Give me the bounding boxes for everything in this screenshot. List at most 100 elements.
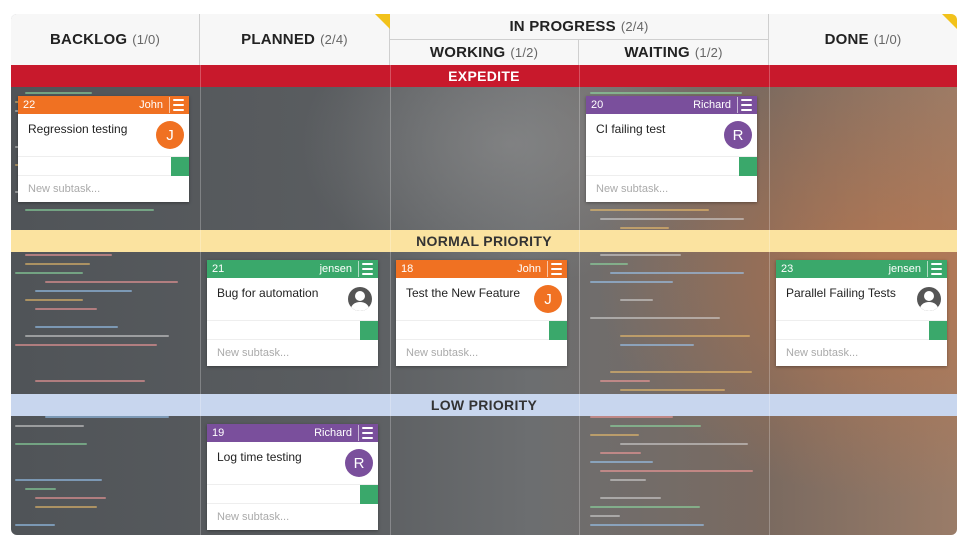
code-line <box>25 92 93 94</box>
card-title[interactable]: Log time testing <box>217 450 302 464</box>
card-menu-icon[interactable] <box>358 425 376 441</box>
card-title[interactable]: Test the New Feature <box>406 286 520 300</box>
card-menu-icon[interactable] <box>737 97 755 113</box>
code-line <box>610 479 647 481</box>
lane-title: LOW PRIORITY <box>430 397 538 413</box>
avatar[interactable]: J <box>156 121 184 149</box>
card-id: 23 <box>781 263 794 275</box>
card-progress-bar <box>18 156 189 176</box>
code-line <box>25 335 170 337</box>
column-divider <box>390 65 391 535</box>
card-progress-bar <box>396 320 567 340</box>
code-line <box>620 299 654 301</box>
code-line <box>620 443 748 445</box>
column-header-in-progress[interactable]: IN PROGRESS (2/4) <box>390 14 769 40</box>
card-owner: Richard <box>693 99 731 111</box>
avatar-initial: R <box>732 126 744 144</box>
card-id: 20 <box>591 99 604 111</box>
card-body: Parallel Failing Tests <box>776 278 947 320</box>
code-line <box>600 497 661 499</box>
task-card[interactable]: 20 Richard CI failing test R New subtask… <box>586 96 757 202</box>
code-line <box>600 452 641 454</box>
card-owner: John <box>517 263 541 275</box>
lane-title: NORMAL PRIORITY <box>416 233 552 249</box>
card-progress-bar <box>207 484 378 504</box>
lane-expedite[interactable]: EXPEDITE <box>11 65 957 87</box>
avatar[interactable]: R <box>724 121 752 149</box>
card-menu-icon[interactable] <box>547 261 565 277</box>
code-line <box>620 335 751 337</box>
task-card[interactable]: 23 jensen Parallel Failing Tests New sub… <box>776 260 947 366</box>
card-id: 21 <box>212 263 225 275</box>
card-id: 19 <box>212 427 225 439</box>
task-card[interactable]: 21 jensen Bug for automation New subtask… <box>207 260 378 366</box>
column-title: WAITING <box>624 44 690 61</box>
board-header: BACKLOG (1/0) PLANNED (2/4) IN PROGRESS … <box>11 14 957 65</box>
new-subtask-input[interactable]: New subtask... <box>586 176 757 202</box>
card-menu-icon[interactable] <box>927 261 945 277</box>
column-header-done[interactable]: DONE (1/0) <box>769 14 957 65</box>
column-header-backlog[interactable]: BACKLOG (1/0) <box>11 14 200 65</box>
code-line <box>590 524 705 526</box>
card-title[interactable]: Bug for automation <box>217 286 318 300</box>
card-owner: Richard <box>314 427 352 439</box>
code-line <box>590 461 654 463</box>
new-subtask-input[interactable]: New subtask... <box>18 176 189 202</box>
card-body: Regression testing J <box>18 114 189 156</box>
column-count: (1/2) <box>694 45 723 60</box>
task-card[interactable]: 22 John Regression testing J New subtask… <box>18 96 189 202</box>
code-line <box>620 227 669 229</box>
code-line <box>590 416 674 418</box>
card-header: 23 jensen <box>776 260 947 278</box>
code-line <box>45 281 178 283</box>
card-header: 21 jensen <box>207 260 378 278</box>
card-title[interactable]: Regression testing <box>28 122 127 136</box>
code-line <box>35 326 119 328</box>
avatar-initial: R <box>353 454 365 472</box>
status-marker <box>360 321 378 340</box>
code-line <box>610 425 702 427</box>
card-owner: John <box>139 99 163 111</box>
status-marker <box>549 321 567 340</box>
column-header-planned[interactable]: PLANNED (2/4) <box>200 14 390 65</box>
column-title: IN PROGRESS <box>509 18 616 35</box>
new-subtask-input[interactable]: New subtask... <box>207 504 378 530</box>
avatar-initial: J <box>166 126 174 144</box>
code-line <box>15 524 55 526</box>
new-subtask-input[interactable]: New subtask... <box>396 340 567 366</box>
column-divider <box>769 65 770 535</box>
column-title: PLANNED <box>241 31 316 48</box>
card-header: 19 Richard <box>207 424 378 442</box>
card-menu-icon[interactable] <box>169 97 187 113</box>
card-progress-bar <box>776 320 947 340</box>
column-count: (2/4) <box>620 19 649 34</box>
code-line <box>600 218 745 220</box>
code-line <box>590 506 700 508</box>
card-body: Log time testing R <box>207 442 378 484</box>
card-header: 18 John <box>396 260 567 278</box>
card-header: 20 Richard <box>586 96 757 114</box>
avatar[interactable]: R <box>345 449 373 477</box>
person-icon[interactable] <box>917 287 941 311</box>
code-line <box>600 254 681 256</box>
task-card[interactable]: 19 Richard Log time testing R New subtas… <box>207 424 378 530</box>
task-card[interactable]: 18 John Test the New Feature J New subta… <box>396 260 567 366</box>
lane-low-priority[interactable]: LOW PRIORITY <box>11 394 957 416</box>
lane-normal-priority[interactable]: NORMAL PRIORITY <box>11 230 957 252</box>
card-title[interactable]: CI failing test <box>596 122 665 136</box>
new-subtask-input[interactable]: New subtask... <box>776 340 947 366</box>
avatar-initial: J <box>544 290 552 308</box>
code-line <box>25 263 90 265</box>
card-menu-icon[interactable] <box>358 261 376 277</box>
column-header-waiting[interactable]: WAITING (1/2) <box>579 40 769 65</box>
new-subtask-input[interactable]: New subtask... <box>207 340 378 366</box>
code-line <box>25 299 84 301</box>
card-title[interactable]: Parallel Failing Tests <box>786 286 896 300</box>
column-header-working[interactable]: WORKING (1/2) <box>390 40 579 65</box>
column-count: (1/2) <box>510 45 539 60</box>
code-line <box>15 479 102 481</box>
avatar[interactable]: J <box>534 285 562 313</box>
card-body: Bug for automation <box>207 278 378 320</box>
card-progress-bar <box>586 156 757 176</box>
person-icon[interactable] <box>348 287 372 311</box>
